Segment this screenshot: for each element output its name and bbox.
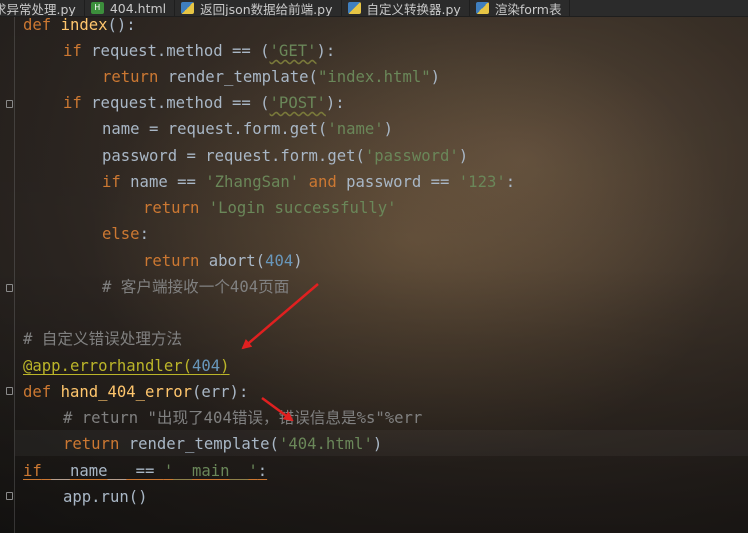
keyword: return (143, 252, 200, 270)
code-line: def hand_404_error(err): (23, 379, 248, 405)
string-literal: '123' (458, 173, 506, 191)
code-line: if request.method == ('POST'): (63, 90, 345, 116)
code-text: ) (383, 120, 394, 138)
tab-render-form[interactable]: 渲染form表 (470, 0, 571, 16)
code-line: return render_template('404.html') (63, 431, 382, 457)
keyword: def (23, 16, 52, 34)
code-text: : (505, 173, 516, 191)
code-text: request.method == ( (81, 94, 270, 112)
code-text: ): (316, 42, 336, 60)
code-line: if __name__ == '__main__': (23, 458, 267, 484)
keyword: if (23, 462, 42, 480)
fold-marker-icon[interactable] (6, 284, 13, 292)
code-text: render_template( (119, 435, 279, 453)
decorator: ) (220, 357, 230, 375)
fold-marker-icon[interactable] (6, 387, 13, 395)
code-line: @app.errorhandler(404) (23, 353, 230, 379)
code-text: ) (458, 147, 469, 165)
code-text: (): (107, 16, 136, 34)
tab-custom-converter[interactable]: 自定义转换器.py (342, 0, 470, 16)
string-literal: "index.html" (317, 68, 431, 86)
code-text: password == (336, 173, 459, 191)
code-line: return abort(404) (143, 248, 303, 274)
number-literal: 404 (192, 357, 221, 375)
function-name: index (60, 16, 108, 34)
editor-gutter (0, 17, 15, 533)
code-text: __name__ == (41, 462, 164, 480)
keyword: if (63, 42, 82, 60)
string-literal: '404.html' (278, 435, 373, 453)
string-literal: 'POST' (269, 94, 326, 112)
python-file-icon (181, 2, 195, 14)
fold-marker-icon[interactable] (6, 492, 13, 500)
code-text: : (257, 462, 268, 480)
tab-return-json[interactable]: 返回json数据给前端.py (175, 0, 342, 17)
code-line: def index(): (23, 12, 136, 38)
code-line: app.run() (63, 488, 148, 506)
keyword: if (102, 173, 121, 191)
code-line: if request.method == ('GET'): (63, 38, 335, 64)
code-line: return render_template("index.html") (102, 64, 440, 90)
string-literal: 'name' (327, 120, 384, 138)
string-literal: 'ZhangSan' (205, 173, 300, 191)
keyword: return (63, 435, 120, 453)
string-literal: 'Login successfully' (208, 199, 397, 217)
python-file-icon (347, 2, 361, 14)
code-text: abort( (199, 252, 266, 270)
keyword: def (23, 383, 52, 401)
code-line: return 'Login successfully' (143, 195, 397, 221)
code-text: ) (293, 252, 303, 270)
code-text: password = request.form.get( (102, 147, 365, 165)
code-line: if name == 'ZhangSan' and password == '1… (102, 169, 515, 195)
tab-label: 自定义转换器.py (366, 1, 461, 17)
code-text: ) (372, 435, 383, 453)
code-line: else: (102, 221, 149, 247)
code-text: ): (325, 94, 345, 112)
code-text: : (139, 225, 149, 243)
code-line: name = request.form.get('name') (102, 116, 393, 142)
fold-marker-icon[interactable] (6, 100, 13, 108)
python-file-icon (475, 2, 489, 14)
code-text: ) (430, 68, 441, 86)
tab-label: 返回json数据给前端.py (200, 1, 333, 17)
string-literal: 'password' (364, 147, 459, 165)
code-text: render_template( (158, 68, 318, 86)
tab-label: 渲染form表 (494, 1, 562, 17)
code-comment: # return "出现了404错误，错误信息是%s"%err (63, 409, 423, 427)
code-text: name == (120, 173, 206, 191)
keyword: else (102, 225, 140, 243)
keyword: return (143, 199, 200, 217)
code-comment: # 客户端接收一个404页面 (102, 278, 290, 296)
string-literal: 'GET' (269, 42, 317, 60)
code-text: request.method == ( (81, 42, 270, 60)
code-text: name = request.form.get( (102, 120, 328, 138)
code-comment: # 自定义错误处理方法 (23, 330, 183, 348)
function-name: hand_404_error (60, 383, 192, 401)
string-literal: '__main__' (163, 462, 258, 480)
keyword: return (102, 68, 159, 86)
code-text: (err): (192, 383, 249, 401)
decorator: @app.errorhandler( (23, 357, 192, 375)
keyword: and (308, 173, 337, 191)
number-literal: 404 (265, 252, 294, 270)
code-line: password = request.form.get('password') (102, 143, 468, 169)
keyword: if (63, 94, 82, 112)
